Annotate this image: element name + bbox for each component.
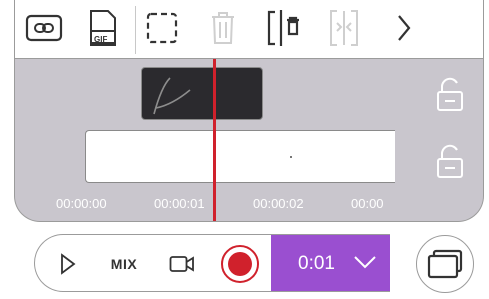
link-icon (25, 14, 63, 42)
trim-button[interactable] (325, 8, 363, 48)
timestamp: 00:00:02 (253, 196, 304, 211)
duration-value: 0:01 (298, 253, 335, 274)
gif-label: GIF (94, 35, 108, 44)
timestamp: 00:00:00 (56, 196, 107, 211)
timeline[interactable]: 00:00:00 00:00:01 00:00:02 00:00 (15, 59, 483, 221)
chevron-down-icon (354, 256, 376, 269)
split-button[interactable] (265, 8, 303, 48)
layers-button[interactable] (416, 235, 474, 293)
duration-selector[interactable]: 0:01 (271, 235, 390, 291)
chevron-right-icon (398, 15, 411, 41)
editor-panel: GIF 00:00:00 00:00:01 00:00:02 00:00 (14, 0, 484, 222)
playhead[interactable] (213, 59, 216, 221)
layers-icon (427, 249, 463, 279)
time-ruler: 00:00:00 00:00:01 00:00:02 00:00 (15, 196, 483, 216)
split-icon (267, 10, 299, 46)
playback-bar: MIX 0:01 (34, 234, 390, 292)
delete-button[interactable] (204, 8, 242, 48)
trash-icon (212, 12, 234, 44)
toolbar: GIF (15, 0, 483, 59)
drawing-clip[interactable] (141, 67, 263, 120)
toolbar-divider (135, 6, 136, 54)
mix-button[interactable]: MIX (103, 235, 145, 291)
video-clip[interactable] (85, 130, 395, 183)
track-2-lock-button[interactable] (435, 144, 465, 180)
clip-marker (290, 156, 292, 158)
record-button[interactable] (219, 235, 261, 291)
play-icon (61, 253, 76, 275)
camera-button[interactable] (167, 235, 197, 291)
gif-button[interactable]: GIF (84, 8, 122, 48)
link-button[interactable] (25, 8, 63, 48)
track-1-lock-button[interactable] (435, 77, 465, 113)
record-icon (221, 245, 259, 283)
pen-stroke-icon (153, 77, 191, 115)
unlock-icon (437, 144, 463, 178)
timestamp: 00:00 (351, 196, 384, 211)
unlock-icon (437, 77, 463, 111)
play-button[interactable] (55, 235, 81, 291)
mix-label: MIX (110, 256, 138, 272)
video-camera-icon (169, 256, 194, 272)
select-icon (146, 12, 178, 44)
timestamp: 00:00:01 (154, 196, 205, 211)
select-button[interactable] (143, 8, 181, 48)
more-tools-button[interactable] (385, 8, 423, 48)
trim-icon (330, 10, 358, 46)
